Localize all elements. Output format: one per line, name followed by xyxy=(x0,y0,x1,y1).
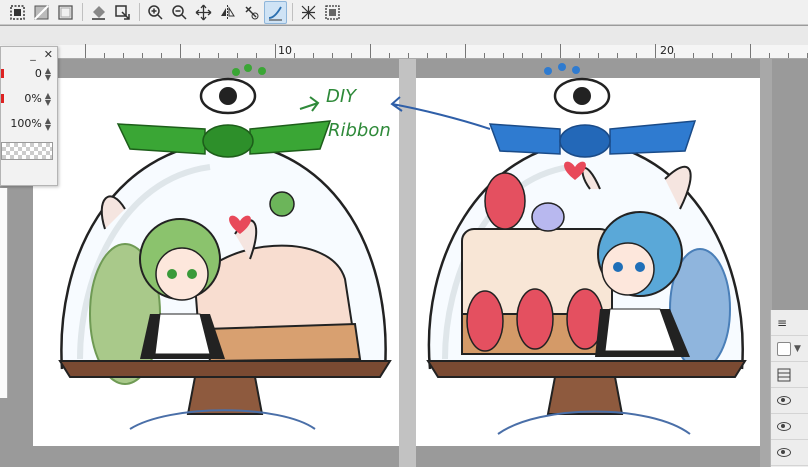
canvas-area[interactable]: DIY Ribbon xyxy=(0,59,808,467)
horizontal-ruler: 10 20 xyxy=(0,44,808,59)
ruler-tick xyxy=(693,53,694,58)
ruler-tick xyxy=(104,53,105,58)
spinner-icon[interactable]: ▲ ▼ xyxy=(45,66,51,81)
toolbar-separator xyxy=(139,3,140,21)
menu-icon[interactable]: ≡ xyxy=(777,316,787,330)
flip-icon[interactable] xyxy=(216,1,239,24)
stabilizer-icon[interactable] xyxy=(264,0,287,24)
rotate-icon[interactable] xyxy=(240,1,263,24)
property-value-3[interactable]: 100% xyxy=(10,117,41,130)
fill-icon[interactable] xyxy=(87,1,110,24)
palette-header: _ ✕ xyxy=(1,47,57,61)
ruler-tick xyxy=(161,53,162,58)
blend-mode-select[interactable]: ▼ xyxy=(771,336,808,362)
spinner-icon[interactable]: ▲ ▼ xyxy=(45,91,51,106)
visibility-eye-icon[interactable] xyxy=(777,396,791,405)
ruler-tick xyxy=(408,53,409,58)
ruler-tick xyxy=(332,53,333,58)
blend-mode-box[interactable] xyxy=(777,341,791,356)
ruler-tick xyxy=(465,44,466,58)
ruler-tick xyxy=(294,53,295,58)
close-icon[interactable]: ✕ xyxy=(44,48,53,61)
ruler-tick xyxy=(85,44,86,58)
ruler-tick xyxy=(617,53,618,58)
ruler-tick xyxy=(351,53,352,58)
ruler-tick xyxy=(750,44,751,58)
minimize-icon[interactable]: _ xyxy=(30,48,36,61)
ruler-tick xyxy=(598,53,599,58)
visibility-eye-icon[interactable] xyxy=(777,448,791,457)
ruler-tick xyxy=(769,53,770,58)
ruler-tick xyxy=(446,53,447,58)
ruler-tick xyxy=(674,53,675,58)
ruler-tick xyxy=(484,53,485,58)
palette-track xyxy=(0,26,808,45)
ruler-tick xyxy=(541,53,542,58)
left-panel-strip xyxy=(0,188,8,398)
property-row-1[interactable]: 0 ▲ ▼ xyxy=(1,61,57,86)
visibility-eye-icon[interactable] xyxy=(777,422,791,431)
transparency-swatch[interactable] xyxy=(1,142,53,160)
ruler-tick xyxy=(313,53,314,58)
layer-row[interactable] xyxy=(771,440,808,466)
ruler-tick xyxy=(275,44,276,58)
zoom-out-icon[interactable] xyxy=(168,1,191,24)
ruler-tick xyxy=(370,44,371,58)
artwork: DIY Ribbon xyxy=(58,63,747,435)
layer-panel-menu[interactable]: ≡ xyxy=(771,310,808,336)
ruler-label-20: 20 xyxy=(660,44,674,57)
layer-panel: ≡ ▼ xyxy=(770,310,808,467)
ruler-tick xyxy=(579,53,580,58)
select-layer-icon[interactable] xyxy=(6,1,29,24)
ruler-icon[interactable] xyxy=(297,1,320,24)
annotation-text-ribbon: Ribbon xyxy=(328,120,391,141)
ruler-tick xyxy=(522,53,523,58)
zoom-in-icon[interactable] xyxy=(144,1,167,24)
property-marker xyxy=(1,94,4,103)
layer-row[interactable] xyxy=(771,388,808,414)
ruler-tick xyxy=(503,53,504,58)
ruler-tick xyxy=(655,44,656,58)
ruler-tick xyxy=(712,53,713,58)
property-row-2[interactable]: 0% ▲ ▼ xyxy=(1,86,57,111)
property-value-2[interactable]: 0% xyxy=(24,92,41,105)
deselect-icon[interactable] xyxy=(54,1,77,24)
main-toolbar xyxy=(0,0,808,25)
ruler-tick xyxy=(142,53,143,58)
right-cake-dome xyxy=(426,63,747,435)
spinner-icon[interactable]: ▲ ▼ xyxy=(45,116,51,131)
property-row-3[interactable]: 100% ▲ ▼ xyxy=(1,111,57,136)
ruler-tick xyxy=(788,53,789,58)
ruler-tick xyxy=(218,53,219,58)
select-area-icon[interactable] xyxy=(30,1,53,24)
property-value-1[interactable]: 0 xyxy=(35,67,42,80)
ruler-label-10: 10 xyxy=(278,44,292,57)
ruler-tick xyxy=(560,44,561,58)
ruler-tick xyxy=(237,53,238,58)
left-cake-dome xyxy=(58,64,392,430)
property-marker xyxy=(1,69,4,78)
ruler-tick xyxy=(123,53,124,58)
ruler-tick xyxy=(180,44,181,58)
snap-icon[interactable] xyxy=(321,1,344,24)
ruler-tick xyxy=(389,53,390,58)
ruler-tick xyxy=(731,53,732,58)
chevron-down-icon[interactable]: ▼ xyxy=(794,344,801,354)
ruler-tick xyxy=(427,53,428,58)
move-icon[interactable] xyxy=(192,1,215,24)
ruler-tick xyxy=(256,53,257,58)
layer-list-icon[interactable] xyxy=(777,368,791,382)
layer-toolbar[interactable] xyxy=(771,362,808,388)
tool-property-palette[interactable]: _ ✕ 0 ▲ ▼ 0% ▲ ▼ 100% ▲ ▼ xyxy=(0,46,58,186)
toolbar-separator xyxy=(82,3,83,21)
transform-icon[interactable] xyxy=(111,1,134,24)
ruler-tick xyxy=(636,53,637,58)
annotation-text-diy: DIY xyxy=(326,86,358,107)
toolbar-separator xyxy=(292,3,293,21)
layer-row[interactable] xyxy=(771,414,808,440)
ruler-tick xyxy=(199,53,200,58)
